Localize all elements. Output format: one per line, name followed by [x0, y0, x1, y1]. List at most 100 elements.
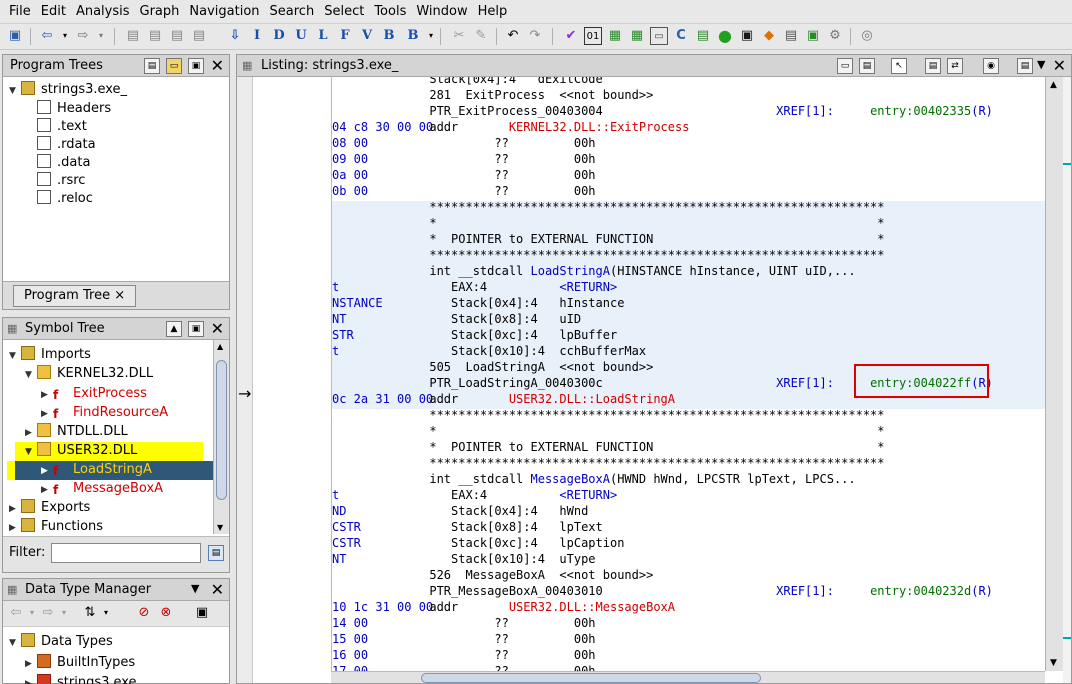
back-dropdown-icon[interactable]: ▾ — [56, 27, 74, 45]
listing-line[interactable]: Stack[0x4]:4 hWnd — [386, 503, 588, 519]
dtm-close-icon[interactable]: ✕ — [211, 580, 224, 599]
folder-icon[interactable]: ▭ — [166, 58, 182, 74]
listing-line[interactable]: Stack[0x10]:4 cchBufferMax — [386, 343, 646, 359]
program-types-node[interactable]: ▶ strings3.exe — [25, 674, 137, 684]
notes-icon[interactable]: ▤ — [782, 27, 800, 45]
nav-label-icon[interactable]: ▤ — [190, 27, 208, 45]
listing-line[interactable]: ?? 00h — [386, 647, 595, 663]
tree-icon[interactable]: ⚙ — [826, 27, 844, 45]
dtm-collapse-icon[interactable]: ▣ — [193, 604, 211, 622]
listing-line[interactable]: ****************************************… — [386, 407, 884, 423]
memory-map-icon[interactable]: ▭ — [650, 27, 668, 45]
menu-help[interactable]: Help — [473, 0, 513, 24]
bytes-icon[interactable]: 01 — [584, 27, 602, 45]
clear-icon[interactable]: ✎ — [472, 27, 490, 45]
open-tree-icon[interactable]: ▤ — [144, 58, 160, 74]
function-graph-icon[interactable]: ▤ — [694, 27, 712, 45]
nav-data-icon[interactable]: ▤ — [146, 27, 164, 45]
ntdll-node[interactable]: ▶ NTDLL.DLL — [25, 423, 128, 441]
symbol-exitprocess[interactable]: ▶ f ExitProcess — [41, 385, 147, 403]
symbol-tree-scrollbar[interactable]: ▲ ▼ — [213, 340, 229, 534]
forward-dropdown-icon[interactable]: ▾ — [92, 27, 110, 45]
listing-line[interactable]: ?? 00h — [386, 615, 595, 631]
listing-options-icon[interactable]: ▤ — [1017, 58, 1033, 74]
listing-line[interactable]: EAX:4 <RETURN> — [386, 279, 617, 295]
listing-scroll-up-icon[interactable]: ▲ — [1050, 80, 1057, 90]
menu-select[interactable]: Select — [319, 0, 369, 24]
tree-item[interactable]: .text — [37, 118, 87, 136]
nav-instruction-icon[interactable]: ▤ — [124, 27, 142, 45]
save-icon[interactable]: ▣ — [6, 27, 24, 45]
menu-navigation[interactable]: Navigation — [184, 0, 264, 24]
cf-icon[interactable]: C — [672, 27, 690, 45]
user32-node[interactable]: ▼ USER32.DLL — [25, 442, 137, 460]
listing-line[interactable]: PTR_ExitProcess_00403004 XREF[1]: entry:… — [386, 103, 993, 119]
nav-l-icon[interactable]: L — [314, 27, 332, 45]
listing-line[interactable]: addr USER32.DLL::MessageBoxA — [386, 599, 675, 615]
listing-scroll-down-icon[interactable]: ▼ — [1050, 658, 1057, 668]
listing-code-area[interactable]: Stack[0x4]:4 dExitCode 281 ExitProcess <… — [331, 77, 1047, 683]
listing-line[interactable]: Stack[0xc]:4 lpCaption — [386, 535, 624, 551]
menu-search[interactable]: Search — [265, 0, 320, 24]
listing-scrollbar[interactable]: ▲ ▼ — [1045, 77, 1063, 671]
symbol-close-icon[interactable]: ✕ — [211, 319, 224, 338]
memory-icon[interactable]: ✂ — [450, 27, 468, 45]
listing-line[interactable]: ?? 00h — [386, 183, 595, 199]
listing-line[interactable]: * * — [386, 423, 884, 439]
symbol-snapshot-icon[interactable]: ▣ — [188, 321, 204, 337]
menu-analysis[interactable]: Analysis — [71, 0, 135, 24]
menu-edit[interactable]: Edit — [36, 0, 71, 24]
kernel32-node[interactable]: ▼ KERNEL32.DLL — [25, 365, 153, 383]
listing-line[interactable]: Stack[0x4]:4 dExitCode — [386, 77, 602, 87]
listing-line[interactable]: 281 ExitProcess <<not bound>> — [386, 87, 653, 103]
redo-icon[interactable]: ↷ — [526, 27, 544, 45]
cursor-icon[interactable]: ↖ — [891, 58, 907, 74]
data-types-node[interactable]: ▼ Data Types — [9, 633, 113, 651]
close-icon[interactable]: ✕ — [211, 56, 224, 75]
table-icon[interactable]: ▦ — [628, 27, 646, 45]
nav-u-icon[interactable]: U — [292, 27, 310, 45]
symbol-findresourcea[interactable]: ▶ f FindResourceA — [41, 404, 168, 422]
listing-close-icon[interactable]: ✕ — [1053, 56, 1066, 75]
tree-item[interactable]: Headers — [37, 100, 111, 118]
back-icon[interactable]: ⇦ — [38, 27, 56, 45]
forward-icon[interactable]: ⇨ — [74, 27, 92, 45]
listing-line[interactable]: ?? 00h — [386, 631, 595, 647]
nav-b2-icon[interactable]: B — [404, 27, 422, 45]
listing-line[interactable]: * POINTER to EXTERNAL FUNCTION * — [386, 231, 884, 247]
sheet-icon[interactable]: ▦ — [606, 27, 624, 45]
nav-undefined-icon[interactable]: ▤ — [168, 27, 186, 45]
dtm-menu-icon[interactable]: ▼ — [191, 582, 199, 595]
symbol-scroll-thumb[interactable] — [216, 360, 227, 500]
listing-hscrollbar[interactable] — [331, 671, 1045, 683]
listing-hscroll-thumb[interactable] — [421, 673, 761, 683]
paste-icon[interactable]: ▤ — [859, 58, 875, 74]
dtm-filter2-icon[interactable]: ⊗ — [157, 604, 175, 622]
imports-node[interactable]: ▼ Imports — [9, 346, 91, 364]
diff-icon[interactable]: ⇄ — [947, 58, 963, 74]
scroll-down-icon[interactable]: ▼ — [217, 523, 223, 532]
listing-line[interactable]: PTR_MessageBoxA_00403010 XREF[1]: entry:… — [386, 583, 993, 599]
listing-line[interactable]: addr USER32.DLL::LoadStringA — [386, 391, 675, 407]
filter-options-icon[interactable]: ▤ — [208, 545, 224, 561]
listing-line[interactable]: ?? 00h — [386, 151, 595, 167]
dtm-archive-dropdown-icon[interactable]: ▾ — [97, 604, 115, 622]
tree-root[interactable]: ▼ strings3.exe_ — [9, 81, 127, 99]
listing-line[interactable]: Stack[0x10]:4 uType — [386, 551, 596, 567]
tab-close-icon[interactable]: × — [114, 288, 125, 303]
snapshot-tree-icon[interactable]: ▣ — [188, 58, 204, 74]
run-icon[interactable]: ● — [716, 27, 734, 45]
snapshot-listing-icon[interactable]: ◉ — [983, 58, 999, 74]
tab-program-tree[interactable]: Program Tree × — [13, 285, 137, 307]
menu-tools[interactable]: Tools — [369, 0, 411, 24]
exports-node[interactable]: ▶ Exports — [9, 499, 90, 517]
scroll-up-icon[interactable]: ▲ — [217, 342, 223, 351]
symbol-loadstringa[interactable]: ▶ f LoadStringA — [41, 461, 152, 479]
nav-b-icon[interactable]: B — [380, 27, 398, 45]
dtm-filter-icon[interactable]: ⊘ — [135, 604, 153, 622]
menu-file[interactable]: File — [4, 0, 36, 24]
nav-v-icon[interactable]: V — [358, 27, 376, 45]
listing-line[interactable]: 526 MessageBoxA <<not bound>> — [386, 567, 653, 583]
listing-line[interactable]: 505 LoadStringA <<not bound>> — [386, 359, 653, 375]
menu-window[interactable]: Window — [411, 0, 472, 24]
